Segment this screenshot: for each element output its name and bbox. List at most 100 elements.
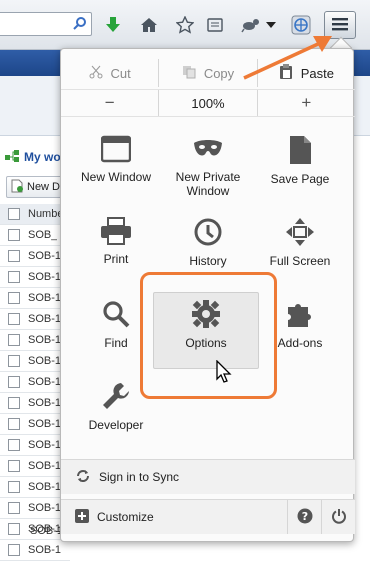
window-icon [100, 135, 132, 170]
help-icon: ? [297, 508, 313, 527]
plus-icon [75, 508, 89, 526]
customize-label[interactable]: Customize [97, 510, 154, 524]
wrench-icon [101, 381, 131, 418]
sign-in-label: Sign in to Sync [99, 470, 180, 484]
row-checkbox[interactable] [8, 229, 20, 241]
row-number: SOB-1 [28, 292, 62, 304]
sign-in-to-sync-button[interactable]: Sign in to Sync [61, 460, 355, 494]
new-document-button[interactable]: New D [6, 176, 66, 198]
hamburger-menu-button[interactable] [324, 11, 356, 39]
zoom-out-button[interactable]: − [61, 90, 160, 116]
my-work-heading[interactable]: My wo [4, 148, 61, 166]
dropdown-icon[interactable] [264, 14, 278, 36]
browser-toolbar [0, 0, 370, 50]
svg-text:?: ? [301, 510, 307, 523]
row-number: SOB-1 [28, 418, 62, 430]
row-number: SOB-1 [28, 439, 62, 451]
row-number: SOB-1 [28, 355, 62, 367]
copy-label: Copy [203, 65, 235, 81]
paste-button[interactable]: Paste [258, 59, 355, 87]
cut-label: Cut [110, 65, 131, 81]
scissors-icon [89, 65, 103, 82]
tree-icon [4, 149, 20, 166]
url-bar[interactable] [0, 12, 92, 36]
new-private-window-button[interactable]: New Private Window [163, 129, 253, 205]
history-label: History [189, 254, 227, 268]
extension-icon[interactable] [240, 14, 262, 36]
web-icon[interactable] [290, 14, 312, 36]
new-private-window-label: New Private Window [175, 170, 241, 198]
my-work-label: My wo [24, 150, 61, 164]
bookmarks-list-icon[interactable] [204, 14, 226, 36]
copy-icon [182, 65, 196, 82]
paste-icon [279, 63, 293, 83]
zoom-in-button[interactable]: + [258, 90, 355, 116]
row-checkbox[interactable] [8, 376, 20, 388]
row-number: SOB-1 [28, 481, 62, 493]
new-document-label: New D [27, 181, 61, 193]
row-checkbox[interactable] [8, 397, 20, 409]
row-checkbox[interactable] [8, 250, 20, 262]
highlight-annotation-box [140, 272, 277, 399]
row-number: SOB-1 [28, 313, 62, 325]
row-number: SOB-1 [28, 334, 62, 346]
find-label: Find [104, 336, 128, 350]
row-checkbox[interactable] [8, 523, 20, 535]
row-checkbox[interactable] [8, 292, 20, 304]
edit-controls: Cut Copy Paste [61, 59, 355, 87]
row-checkbox[interactable] [8, 355, 20, 367]
new-window-label: New Window [80, 170, 152, 184]
row-number: SOB-1 [28, 250, 62, 262]
add-ons-label: Add-ons [277, 336, 323, 350]
printer-icon [100, 217, 132, 252]
row-checkbox[interactable] [8, 460, 20, 472]
row-checkbox[interactable] [8, 502, 20, 514]
print-label: Print [103, 252, 129, 266]
new-document-icon [11, 179, 23, 196]
row-checkbox[interactable] [8, 271, 20, 283]
save-page-button[interactable]: Save Page [255, 129, 345, 205]
row-number: SOB-1 [28, 544, 62, 556]
paste-label: Paste [300, 65, 334, 81]
row-number: SOB-1 [28, 376, 62, 388]
row-number: SOB-1 [28, 502, 62, 514]
bookmark-star-icon[interactable] [174, 14, 196, 36]
hamburger-menu-icon [332, 17, 348, 34]
row-number: SOB_ [28, 229, 58, 241]
page-icon [287, 135, 313, 172]
developer-label: Developer [88, 418, 144, 432]
download-icon[interactable] [102, 14, 124, 36]
row-checkbox[interactable] [8, 439, 20, 451]
quit-button[interactable] [321, 500, 355, 534]
row-number: SOB-1 [28, 397, 62, 409]
customize-row: Customize ? [61, 500, 355, 534]
fullscreen-icon [285, 217, 315, 254]
row-checkbox[interactable] [8, 481, 20, 493]
full-screen-label: Full Screen [269, 254, 331, 268]
save-page-label: Save Page [270, 172, 330, 186]
row-checkbox[interactable] [8, 313, 20, 325]
search-icon[interactable] [72, 16, 88, 32]
magnifier-icon [101, 299, 131, 336]
mouse-cursor-icon [216, 359, 234, 387]
table-row[interactable]: SOB-1 [0, 540, 70, 561]
cut-button[interactable]: Cut [61, 59, 160, 87]
row-number: SOB-1 [28, 271, 62, 283]
sync-icon [75, 468, 91, 487]
clock-icon [193, 217, 223, 254]
new-window-button[interactable]: New Window [71, 129, 161, 205]
puzzle-icon [284, 299, 316, 336]
zoom-reset-button[interactable]: 100% [159, 90, 258, 116]
row-number: SOB-1 [28, 460, 62, 472]
row-checkbox[interactable] [8, 544, 20, 556]
row-checkbox[interactable] [8, 418, 20, 430]
footer-buttons: ? [287, 500, 355, 534]
copy-button[interactable]: Copy [159, 59, 258, 87]
zoom-controls: − 100% + [61, 89, 355, 117]
home-icon[interactable] [138, 14, 160, 36]
select-all-checkbox[interactable] [8, 208, 20, 220]
row-checkbox[interactable] [8, 334, 20, 346]
mask-icon [192, 135, 224, 170]
power-icon [331, 508, 347, 527]
help-button[interactable]: ? [287, 500, 321, 534]
